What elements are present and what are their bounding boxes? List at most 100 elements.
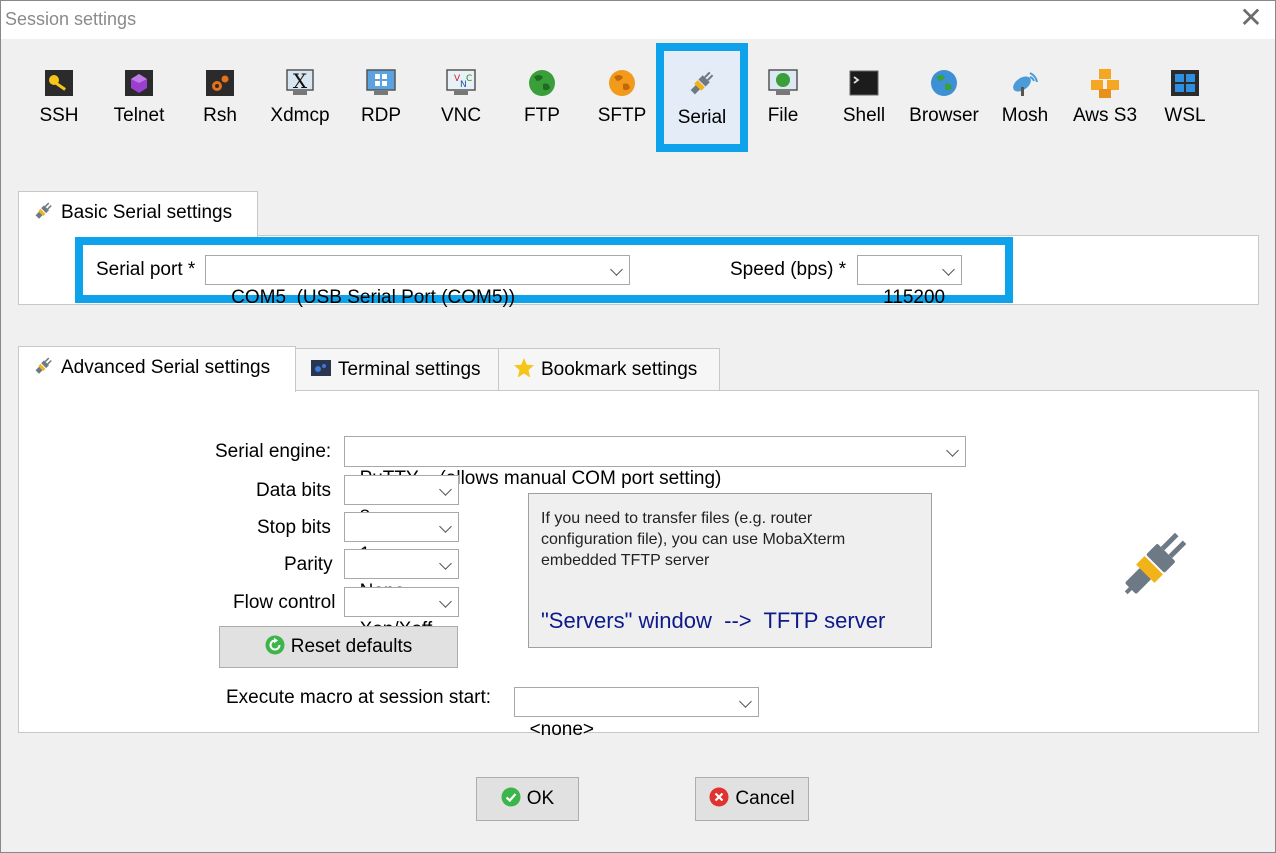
windows-icon <box>1171 70 1199 96</box>
tftp-info-box: If you need to transfer files (e.g. rout… <box>528 493 932 648</box>
protocol-label: Aws S3 <box>1072 105 1138 126</box>
data-bits-label: Data bits <box>256 480 331 501</box>
cancel-label: Cancel <box>735 788 795 809</box>
terminal-settings-icon <box>311 360 331 376</box>
protocol-label: FTP <box>524 105 560 126</box>
speed-select[interactable]: 115200 <box>857 255 962 308</box>
stop-bits-select[interactable]: 1 <box>344 512 459 565</box>
ok-label: OK <box>526 788 555 809</box>
speed-value: 115200 <box>883 287 946 308</box>
tab-label: Basic Serial settings <box>61 202 233 223</box>
protocol-shell[interactable]: Shell <box>825 67 903 137</box>
protocol-vnc[interactable]: V N C VNC <box>422 67 500 137</box>
serial-port-label: Serial port * <box>96 259 196 280</box>
protocol-label: Rsh <box>203 105 237 126</box>
macro-select[interactable]: <none> <box>514 687 759 740</box>
protocol-aws-s3[interactable]: Aws S3 <box>1066 67 1144 137</box>
plug-icon <box>690 71 714 95</box>
protocol-serial[interactable]: Serial <box>656 43 748 152</box>
protocol-label: Serial <box>677 107 727 128</box>
tab-terminal-settings[interactable]: Terminal settings <box>295 348 499 392</box>
vnc-icon: V N C <box>446 69 476 95</box>
reset-defaults-button[interactable]: Reset defaults <box>219 626 458 668</box>
ok-button[interactable]: OK <box>476 777 579 821</box>
close-icon: ✕ <box>1239 2 1263 33</box>
protocol-label: RDP <box>360 105 402 126</box>
svg-text:C: C <box>466 74 472 84</box>
tab-bookmark-settings[interactable]: Bookmark settings <box>498 348 720 392</box>
chevron-down-icon <box>439 557 452 570</box>
rsh-icon <box>206 70 234 96</box>
protocol-file[interactable]: File <box>744 67 822 137</box>
xdmcp-icon: X <box>286 69 314 95</box>
tftp-server-link[interactable]: "Servers" window --> TFTP server <box>541 608 885 634</box>
protocol-telnet[interactable]: Telnet <box>100 67 178 137</box>
plug-icon <box>35 357 52 374</box>
stop-bits-label: Stop bits <box>257 517 331 538</box>
protocol-label: Shell <box>842 105 886 126</box>
serial-port-select[interactable]: COM5 (USB Serial Port (COM5)) <box>205 255 630 308</box>
macro-label: Execute macro at session start: <box>226 687 492 708</box>
protocol-label: Xdmcp <box>270 105 330 126</box>
tab-basic-serial-settings[interactable]: Basic Serial settings <box>18 191 258 237</box>
protocol-label: VNC <box>440 105 482 126</box>
star-icon <box>514 358 534 378</box>
tftp-info-text: If you need to transfer files (e.g. rout… <box>541 510 846 569</box>
macro-value: <none> <box>529 719 595 740</box>
terminal-icon <box>849 70 879 96</box>
protocol-label: Telnet <box>113 105 165 126</box>
serial-port-value: COM5 (USB Serial Port (COM5)) <box>231 287 516 308</box>
data-bits-select[interactable]: 8 <box>344 475 459 528</box>
chevron-down-icon <box>739 695 752 708</box>
serial-engine-select[interactable]: PuTTY (allows manual COM port setting) <box>344 436 966 489</box>
chevron-down-icon <box>439 483 452 496</box>
close-button[interactable]: ✕ <box>1235 2 1267 33</box>
refresh-icon <box>265 635 285 655</box>
protocol-label: Browser <box>909 105 979 126</box>
protocol-sftp[interactable]: SFTP <box>583 67 661 137</box>
protocol-label: SSH <box>39 105 79 126</box>
window-title: Session settings <box>5 9 137 29</box>
chevron-down-icon <box>439 595 452 608</box>
flow-control-select[interactable]: Xon/Xoff <box>344 587 459 640</box>
protocol-xdmcp[interactable]: X Xdmcp <box>261 67 339 137</box>
browser-globe-icon <box>931 70 957 96</box>
cancel-icon <box>709 787 729 807</box>
sftp-globe-icon <box>609 70 635 96</box>
protocol-rsh[interactable]: Rsh <box>181 67 259 137</box>
reset-defaults-label: Reset defaults <box>290 636 413 657</box>
protocol-label: SFTP <box>597 105 647 126</box>
protocol-ssh[interactable]: SSH <box>20 67 98 137</box>
basic-settings-highlight: Serial port * COM5 (USB Serial Port (COM… <box>75 237 1013 308</box>
protocol-label: Mosh <box>1001 105 1049 126</box>
speed-label: Speed (bps) * <box>730 259 847 280</box>
protocol-wsl[interactable]: WSL <box>1146 67 1224 137</box>
chevron-down-icon <box>439 520 452 533</box>
chevron-down-icon <box>610 263 623 276</box>
file-monitor-icon <box>768 69 798 95</box>
protocol-label: File <box>767 105 799 126</box>
key-icon <box>45 70 73 96</box>
protocol-ftp[interactable]: FTP <box>503 67 581 137</box>
serial-engine-label: Serial engine: <box>215 441 332 462</box>
tab-label: Bookmark settings <box>541 359 698 380</box>
plug-icon <box>35 202 52 219</box>
protocol-toolbar: SSH Telnet Rsh X Xdmcp RDP V N C VNC FTP… <box>1 39 1275 159</box>
svg-text:X: X <box>293 69 308 93</box>
cancel-button[interactable]: Cancel <box>695 777 809 821</box>
flow-control-label: Flow control <box>233 592 336 613</box>
protocol-mosh[interactable]: Mosh <box>986 67 1064 137</box>
tab-advanced-serial-settings[interactable]: Advanced Serial settings <box>18 346 296 392</box>
protocol-rdp[interactable]: RDP <box>342 67 420 137</box>
protocol-browser[interactable]: Browser <box>905 67 983 137</box>
protocol-label: WSL <box>1164 105 1206 126</box>
tab-label: Terminal settings <box>338 359 481 380</box>
check-icon <box>501 787 521 807</box>
monitor-icon <box>366 69 396 95</box>
parity-label: Parity <box>284 554 333 575</box>
tab-label: Advanced Serial settings <box>61 357 271 378</box>
parity-select[interactable]: None <box>344 549 459 602</box>
satellite-icon <box>1013 72 1038 96</box>
chevron-down-icon <box>946 444 959 457</box>
telnet-icon <box>125 70 153 96</box>
